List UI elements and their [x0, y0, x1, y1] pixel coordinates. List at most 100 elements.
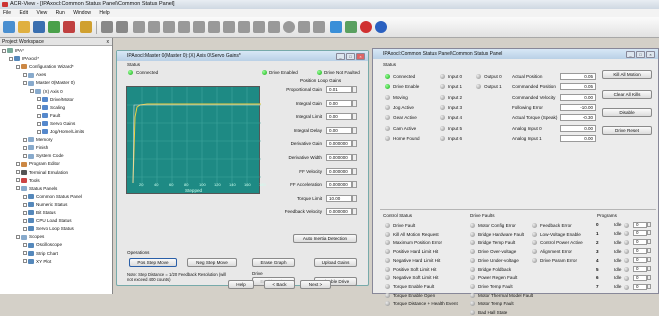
- workspace-close-icon[interactable]: x: [107, 38, 110, 46]
- undo-icon[interactable]: [101, 21, 113, 33]
- save-icon[interactable]: [33, 21, 45, 33]
- upload-gains-button[interactable]: Upload Gains: [314, 258, 357, 267]
- gain-field[interactable]: 0.000000: [326, 208, 352, 216]
- expand-icon[interactable]: [23, 137, 27, 142]
- info-icon[interactable]: [375, 21, 387, 33]
- program-spinner[interactable]: [647, 230, 651, 236]
- program-field[interactable]: 0: [633, 230, 647, 237]
- indent-icon[interactable]: [253, 21, 265, 33]
- tree-item[interactable]: Scaling: [37, 105, 65, 111]
- expand-icon[interactable]: [23, 202, 27, 207]
- tree-item[interactable]: Servo Gains: [37, 121, 75, 127]
- tree-item[interactable]: Servo Loop Status: [23, 226, 74, 232]
- tree-item[interactable]: Finish: [23, 145, 48, 151]
- tree-item[interactable]: IPAxocl*: [9, 56, 39, 62]
- close-icon[interactable]: ×: [356, 53, 365, 60]
- program-spinner[interactable]: [647, 257, 651, 263]
- tree-item[interactable]: Strip Chart: [23, 251, 58, 257]
- close-icon[interactable]: ×: [646, 51, 655, 58]
- expand-icon[interactable]: [9, 56, 13, 61]
- open-icon[interactable]: [18, 21, 30, 33]
- program-spinner[interactable]: [647, 283, 651, 289]
- menu-file[interactable]: File: [3, 10, 11, 16]
- tree-item[interactable]: Status Panels: [16, 186, 57, 192]
- pos-step-move-button[interactable]: Pos Step Move: [129, 258, 177, 267]
- expand-icon[interactable]: [23, 251, 27, 256]
- program-field[interactable]: 0: [633, 239, 647, 246]
- program-spinner[interactable]: [647, 274, 651, 280]
- prev-icon[interactable]: [193, 21, 205, 33]
- program-field[interactable]: 0: [633, 283, 647, 290]
- expand-icon[interactable]: [37, 121, 41, 126]
- paste-icon[interactable]: [163, 21, 175, 33]
- gain-field[interactable]: 0.00: [326, 113, 352, 121]
- gain-spinner[interactable]: [352, 86, 357, 93]
- tree-item[interactable]: XY Plot: [23, 259, 51, 265]
- expand-icon[interactable]: [37, 113, 41, 118]
- panel-button[interactable]: Kill All Motion: [602, 70, 652, 79]
- connect-icon[interactable]: [48, 21, 60, 33]
- expand-icon[interactable]: [23, 210, 27, 215]
- gain-field[interactable]: 0.01: [326, 86, 352, 93]
- gain-spinner[interactable]: [352, 208, 357, 216]
- program-field[interactable]: 0: [633, 257, 647, 264]
- refresh-icon[interactable]: [283, 21, 295, 33]
- gain-spinner[interactable]: [352, 181, 357, 189]
- gain-field[interactable]: 0.000000: [326, 154, 352, 161]
- gain-field[interactable]: 0.000000: [326, 181, 352, 189]
- gain-field[interactable]: 0.000000: [326, 140, 352, 148]
- gain-spinner[interactable]: [352, 140, 357, 148]
- expand-icon[interactable]: [23, 194, 27, 199]
- menu-view[interactable]: View: [36, 10, 47, 16]
- next-button[interactable]: Next >: [300, 280, 331, 289]
- verify-icon[interactable]: [345, 21, 357, 33]
- expand-icon[interactable]: [23, 154, 27, 159]
- expand-icon[interactable]: [16, 178, 20, 183]
- compile-icon[interactable]: [298, 21, 310, 33]
- tree-item[interactable]: Oscilloscope: [23, 242, 62, 248]
- gain-spinner[interactable]: [352, 194, 357, 202]
- tree-item[interactable]: Fault: [37, 113, 60, 119]
- expand-icon[interactable]: [16, 64, 20, 69]
- help-button[interactable]: Help: [228, 280, 254, 289]
- gain-field[interactable]: 10.00: [326, 194, 352, 202]
- tree-item[interactable]: Axes: [23, 72, 46, 78]
- gain-spinner[interactable]: [352, 99, 357, 107]
- tree-item[interactable]: (X) Axis 0: [30, 89, 63, 95]
- tree-item[interactable]: Numeric Status: [23, 202, 67, 208]
- program-field[interactable]: 0: [633, 274, 647, 281]
- checkout-icon[interactable]: [330, 21, 342, 33]
- panel-button[interactable]: Disable: [602, 108, 652, 117]
- tree-item[interactable]: Jog/Home/Limits: [37, 129, 84, 135]
- expand-icon[interactable]: [16, 162, 20, 167]
- redo-icon[interactable]: [116, 21, 128, 33]
- gain-field[interactable]: 0.00: [326, 126, 352, 134]
- restore-icon[interactable]: □: [636, 51, 645, 58]
- expand-icon[interactable]: [2, 48, 6, 53]
- menu-run[interactable]: Run: [56, 10, 65, 16]
- copy-icon[interactable]: [148, 21, 160, 33]
- menu-edit[interactable]: Edit: [19, 10, 28, 16]
- halt-icon[interactable]: [360, 21, 372, 33]
- tree-item[interactable]: IPA*: [2, 48, 24, 54]
- minimize-icon[interactable]: _: [336, 53, 345, 60]
- menu-window[interactable]: Window: [73, 10, 91, 16]
- bookmark-icon[interactable]: [223, 21, 235, 33]
- expand-icon[interactable]: [37, 97, 41, 102]
- auto-inertia-button[interactable]: Auto Inertia Detection: [293, 234, 357, 243]
- gain-field[interactable]: 0.00: [326, 99, 352, 107]
- tree-item[interactable]: Configuration Wizard*: [16, 64, 74, 70]
- stop-icon[interactable]: [313, 21, 325, 33]
- program-field[interactable]: 0: [633, 248, 647, 255]
- tree-item[interactable]: Tools: [16, 178, 40, 184]
- expand-icon[interactable]: [30, 89, 34, 94]
- replace-icon[interactable]: [238, 21, 250, 33]
- panel-button[interactable]: Clear All Kills: [602, 90, 652, 99]
- expand-icon[interactable]: [23, 73, 27, 78]
- find-icon[interactable]: [178, 21, 190, 33]
- erase-graph-button[interactable]: Erase Graph: [252, 258, 295, 267]
- download-icon[interactable]: [80, 21, 92, 33]
- expand-icon[interactable]: [23, 218, 27, 223]
- tree-item[interactable]: Memory: [23, 137, 53, 143]
- tree-item[interactable]: Program Editor: [16, 161, 60, 167]
